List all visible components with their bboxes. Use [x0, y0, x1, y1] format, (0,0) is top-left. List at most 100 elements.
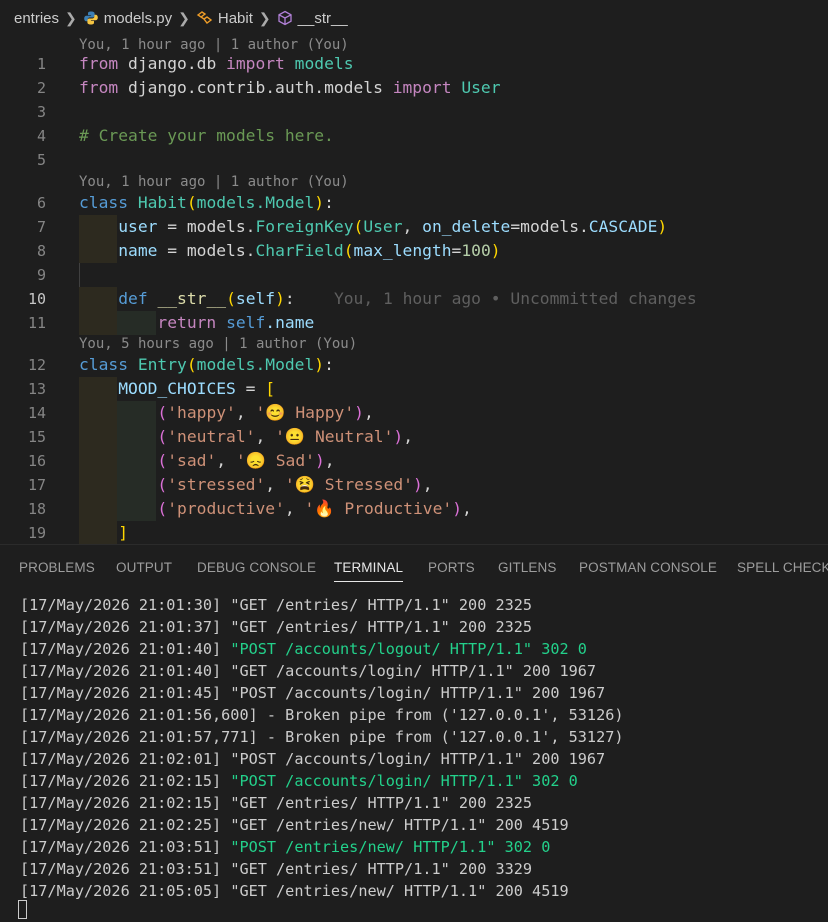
terminal-message: "GET /accounts/login/ HTTP/1.1" 200 1967: [221, 662, 597, 680]
terminal-line: [17/May/2026 21:01:37] "GET /entries/ HT…: [20, 616, 624, 638]
terminal-message: "GET /entries/ HTTP/1.1" 200 2325: [221, 618, 533, 636]
argument: User: [363, 217, 403, 236]
line-number: 7: [36, 218, 46, 236]
keyword-arg: on_delete: [422, 217, 511, 236]
terminal-message: "GET /entries/new/ HTTP/1.1" 200 4519: [221, 816, 569, 834]
function-call: ForeignKey: [255, 217, 354, 236]
breadcrumb-file[interactable]: models.py: [83, 10, 172, 27]
code-line: 14 ('happy', '😊 Happy'),: [0, 401, 828, 425]
inline-blame[interactable]: You, 1 hour ago • Uncommitted changes: [334, 289, 697, 308]
operator: =: [451, 241, 462, 260]
line-number: 11: [27, 314, 46, 332]
code-line: 6 class Habit(models.Model):: [0, 191, 828, 215]
terminal-line: [17/May/2026 21:02:15] "POST /accounts/l…: [20, 770, 624, 792]
terminal-message: "POST /accounts/login/ HTTP/1.1" 200 196…: [221, 750, 606, 768]
terminal-message: "GET /entries/ HTTP/1.1" 200 2325: [221, 596, 533, 614]
terminal-output[interactable]: [17/May/2026 21:01:30] "GET /entries/ HT…: [20, 594, 624, 902]
bracket: ): [657, 217, 668, 236]
panel-tabs: PROBLEMS OUTPUT DEBUG CONSOLE TERMINAL P…: [0, 545, 828, 591]
code-editor[interactable]: You, 1 hour ago | 1 author (You) 1 from …: [0, 36, 828, 544]
tab-spell-checker[interactable]: SPELL CHECKER: [737, 560, 828, 575]
line-number: 12: [27, 356, 46, 374]
terminal-timestamp: [17/May/2026 21:01:45]: [20, 684, 222, 702]
terminal-timestamp: [17/May/2026 21:01:40]: [20, 640, 222, 658]
terminal-line: [17/May/2026 21:01:40] "GET /accounts/lo…: [20, 660, 624, 682]
comma: ,: [402, 217, 423, 236]
keyword: class: [79, 193, 129, 212]
bracket: (: [186, 193, 197, 212]
variable: user: [118, 217, 158, 236]
chevron-right-icon: ❯: [178, 9, 190, 26]
breadcrumb-folder[interactable]: entries: [14, 10, 59, 27]
terminal-line: [17/May/2026 21:02:01] "POST /accounts/l…: [20, 748, 624, 770]
operator: =models.: [510, 217, 589, 236]
tab-debug-console[interactable]: DEBUG CONSOLE: [197, 560, 316, 575]
code-line: 7 user = models.ForeignKey(User, on_dele…: [0, 215, 828, 239]
operator: =: [235, 379, 266, 398]
tab-output[interactable]: OUTPUT: [116, 560, 172, 575]
codelens-blame[interactable]: You, 5 hours ago | 1 author (You): [79, 334, 357, 354]
terminal-message: "POST /accounts/logout/ HTTP/1.1" 302 0: [221, 640, 587, 658]
code-line: 3: [0, 100, 828, 124]
line-number: 10: [27, 290, 46, 308]
chevron-right-icon: ❯: [65, 9, 77, 26]
colon: :: [324, 193, 334, 212]
line-number: 15: [27, 428, 46, 446]
terminal-timestamp: [17/May/2026 21:01:37]: [20, 618, 222, 636]
code-line: 11 return self.name: [0, 311, 828, 335]
terminal-line: [17/May/2026 21:01:56,600] - Broken pipe…: [20, 704, 624, 726]
bracket: ): [314, 193, 325, 212]
terminal-timestamp: [17/May/2026 21:01:30]: [20, 596, 222, 614]
breadcrumb-class[interactable]: Habit: [196, 10, 253, 27]
keyword: class: [79, 355, 129, 374]
operator: = models.: [157, 241, 256, 260]
keyword: import: [392, 78, 452, 97]
tab-gitlens[interactable]: GITLENS: [498, 560, 556, 575]
code-line: 2 from django.contrib.auth.models import…: [0, 76, 828, 100]
method-symbol-icon: [277, 10, 292, 26]
bracket: ]: [118, 523, 129, 542]
string: 'sad': [167, 451, 217, 470]
terminal-timestamp: [17/May/2026 21:05:05]: [20, 882, 222, 900]
string: '😞 Sad': [235, 451, 315, 470]
string: '🔥 Productive': [304, 499, 453, 518]
module-name: django.db: [118, 54, 227, 73]
terminal-timestamp: [17/May/2026 21:01:56,600]: [20, 706, 258, 724]
code-line: 1 from django.db import models: [0, 52, 828, 76]
operator: = models.: [157, 217, 256, 236]
keyword: from: [79, 78, 119, 97]
keyword: return: [157, 313, 217, 332]
comment: # Create your models here.: [79, 126, 334, 145]
codelens-blame[interactable]: You, 1 hour ago | 1 author (You): [79, 172, 349, 192]
code-line: 19 ]: [0, 521, 828, 544]
line-number: 18: [27, 500, 46, 518]
terminal-timestamp: [17/May/2026 21:03:51]: [20, 860, 222, 878]
tab-terminal[interactable]: TERMINAL: [334, 560, 404, 582]
bracket: ): [275, 289, 285, 308]
line-number: 16: [27, 452, 46, 470]
class-symbol-icon: [196, 11, 213, 24]
code-line: 8 name = models.CharField(max_length=100…: [0, 239, 828, 263]
tab-postman-console[interactable]: POSTMAN CONSOLE: [579, 560, 717, 575]
terminal-timestamp: [17/May/2026 21:02:25]: [20, 816, 222, 834]
terminal-line: [17/May/2026 21:05:05] "GET /entries/new…: [20, 880, 624, 902]
number: 100: [461, 241, 491, 260]
code-line: 5: [0, 148, 828, 172]
string: 'stressed': [167, 475, 266, 494]
tab-ports[interactable]: PORTS: [428, 560, 475, 575]
string: '😫 Stressed': [284, 475, 413, 494]
terminal-timestamp: [17/May/2026 21:01:40]: [20, 662, 222, 680]
breadcrumb-class-label: Habit: [217, 9, 253, 27]
line-number: 8: [36, 242, 46, 260]
breadcrumb-method[interactable]: __str__: [277, 10, 348, 27]
code-line: 16 ('sad', '😞 Sad'),: [0, 449, 828, 473]
terminal-timestamp: [17/May/2026 21:03:51]: [20, 838, 222, 856]
bracket: ): [490, 241, 501, 260]
bracket: [: [265, 379, 276, 398]
code-line: 17 ('stressed', '😫 Stressed'),: [0, 473, 828, 497]
bracket: (: [186, 355, 197, 374]
self-keyword: self: [226, 313, 266, 332]
tab-problems[interactable]: PROBLEMS: [19, 560, 95, 575]
line-number: 19: [27, 524, 46, 542]
terminal-timestamp: [17/May/2026 21:02:01]: [20, 750, 222, 768]
